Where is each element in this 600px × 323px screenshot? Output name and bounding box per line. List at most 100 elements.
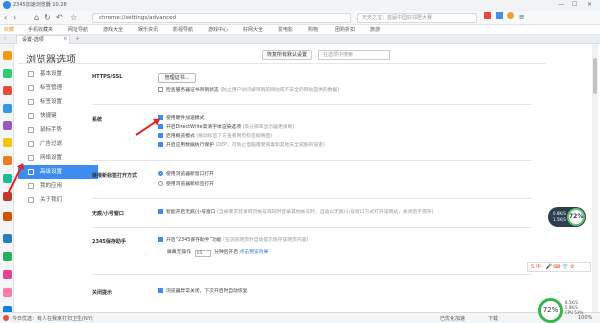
refresh-icon[interactable]: ↻ xyxy=(44,13,51,22)
search-input[interactable]: 天天之宝：首届中国好邻居大赛 xyxy=(357,13,477,23)
mouse-icon xyxy=(28,127,34,133)
star-icon[interactable]: ☆ xyxy=(70,13,77,22)
app-icon[interactable] xyxy=(3,156,12,165)
settings-nav: 基本设置 标签管理 标签设置 快捷键 鼠标手势 广告过滤 网络设置 高级设置 我… xyxy=(18,67,98,207)
restore-on-crash-option[interactable]: 浏览器异常关闭，下次开启时自动恢复 xyxy=(158,288,248,295)
bookmark-item[interactable]: 游戏大全 xyxy=(103,26,123,33)
bookmark-item[interactable]: 旅游 xyxy=(370,26,380,33)
address-bar[interactable]: chrome://settings/advanced xyxy=(92,13,351,23)
extension-icon[interactable] xyxy=(484,12,491,19)
apps-icon xyxy=(28,183,34,189)
close-button[interactable]: ✕ xyxy=(587,1,592,8)
checkbox[interactable] xyxy=(158,87,163,92)
app-icon[interactable] xyxy=(3,86,12,95)
section-divider xyxy=(92,160,532,161)
tab-settings[interactable]: 设置-选项 xyxy=(16,35,70,44)
section-label-system: 系统 xyxy=(92,117,103,123)
status-news[interactable]: 今日优选：有人在我家打扫卫生(NY) xyxy=(12,315,93,322)
radio-selected[interactable] xyxy=(158,171,163,176)
bookmark-item[interactable]: 购物 xyxy=(308,26,318,33)
nav-item-about[interactable]: 关于我们 xyxy=(18,193,98,207)
minimize-button[interactable]: — xyxy=(558,1,564,8)
checkbox-checked[interactable] xyxy=(158,142,163,147)
bookmark-item[interactable]: 团购折扣 xyxy=(335,26,355,33)
app-icon[interactable] xyxy=(3,121,12,130)
ime-toolbar[interactable]: S 中 · 🎤 ⌨ 👕 ⚙ xyxy=(527,262,591,272)
restore-defaults-button[interactable]: 恢复所有默认设置 xyxy=(262,50,312,60)
bookmark-item[interactable]: 影视导航 xyxy=(173,26,193,33)
nav-item-advanced[interactable]: 高级设置 xyxy=(18,165,98,179)
nav-item-tab-settings[interactable]: 标签设置 xyxy=(18,95,98,109)
grid-icon[interactable] xyxy=(495,12,503,19)
save-assistant-option[interactable]: 开启“2345保存助手”功能 (在浏览网页时自动提示保存该网页内容) xyxy=(158,237,308,244)
performance-gauge[interactable]: 72% xyxy=(538,298,563,323)
app-icon[interactable] xyxy=(3,104,12,113)
app-icon[interactable] xyxy=(3,212,12,221)
menu-icon[interactable]: ≡ xyxy=(519,13,525,21)
app-icon[interactable] xyxy=(3,288,12,297)
tab-list-icon[interactable]: ‹ xyxy=(4,36,6,42)
cert-revocation-option[interactable]: 检查服务器证书吊销状态 (防止用户访问被吊销的网站或不安全的网站提供的数据) xyxy=(158,87,339,94)
tab-label: 设置-选项 xyxy=(22,37,44,43)
speed-widget[interactable]: 0.8K/S 1.5K/S 72% xyxy=(548,207,586,227)
bookmark-item[interactable]: 收藏 xyxy=(4,26,14,33)
nav-item-basic[interactable]: 基本设置 xyxy=(18,67,98,81)
forward-icon[interactable]: › xyxy=(13,13,16,22)
checkbox-checked[interactable] xyxy=(158,288,163,293)
nav-item-my-apps[interactable]: 我的应用 xyxy=(18,179,98,193)
checkbox-checked[interactable] xyxy=(158,133,163,138)
bookmark-item[interactable]: 爱电影 xyxy=(278,26,293,33)
idle-minutes-input[interactable]: 15 xyxy=(194,250,211,257)
smart-incognito-option[interactable]: 智能开启无痕/小号窗口 (当被要求登录网页帐号或同时登录其他帐号时，自动以无痕/… xyxy=(158,209,434,216)
status-zoom[interactable]: 100% xyxy=(578,315,592,321)
checkbox-checked[interactable] xyxy=(158,124,163,129)
toolbar-icons[interactable]: ≡ xyxy=(484,12,525,21)
speed-percent: 72% xyxy=(567,208,585,226)
preview-link[interactable]: 点击预览效果 xyxy=(240,250,269,255)
tab-close-icon[interactable]: × xyxy=(63,36,68,42)
overview-mode-option[interactable]: 启用概览模式 (拖动标签下方查看网页标签缩略图) xyxy=(158,133,272,140)
bookmark-item[interactable]: 手机收藏夹 xyxy=(28,26,53,33)
home-icon[interactable]: ⌂ xyxy=(34,13,39,22)
user-icon[interactable] xyxy=(507,12,515,19)
nav-item-shortcuts[interactable]: 快捷键 xyxy=(18,109,98,123)
nav-item-network[interactable]: 网络设置 xyxy=(18,151,98,165)
bookmark-item[interactable]: 网址导航 xyxy=(68,26,88,33)
app-icon[interactable] xyxy=(3,69,12,78)
hardware-accel-option[interactable]: 使用硬件加速模式 xyxy=(158,115,204,122)
open-new-window-option[interactable]: 使用浏览器新窗口打开 xyxy=(158,171,214,178)
app-icon[interactable] xyxy=(3,138,12,147)
bookmark-item[interactable]: 娱乐资讯 xyxy=(138,26,158,33)
new-tab-icon[interactable]: + xyxy=(75,36,80,42)
app-icon[interactable] xyxy=(3,270,12,279)
undo-icon[interactable]: ↶ xyxy=(56,13,63,22)
section-divider xyxy=(92,274,532,275)
app-icon[interactable] xyxy=(3,51,12,60)
checkbox-checked[interactable] xyxy=(158,237,163,242)
nav-item-gestures[interactable]: 鼠标手势 xyxy=(18,123,98,137)
nav-item-tab-manage[interactable]: 标签管理 xyxy=(18,81,98,95)
info-icon xyxy=(28,197,34,203)
app-icon[interactable] xyxy=(3,252,12,261)
keyboard-icon xyxy=(28,113,34,119)
nav-item-adblock[interactable]: 广告过滤 xyxy=(18,137,98,151)
manage-certificates-button[interactable]: 管理证书... xyxy=(158,73,196,83)
radio[interactable] xyxy=(158,181,163,186)
dep-option[interactable]: 开启应用数据执行保护 (DEP，可防止电脑遭受病毒和其他安全威胁的侵害) xyxy=(158,142,325,149)
app-icon[interactable] xyxy=(3,174,12,183)
status-optimized[interactable]: 已优化加速 xyxy=(440,315,465,322)
open-new-tab-option[interactable]: 使用浏览器新标签打开 xyxy=(158,181,214,188)
checkbox-checked[interactable] xyxy=(158,209,163,214)
back-icon[interactable]: ‹ xyxy=(4,13,7,22)
tab-bar: ‹ 设置-选项 × + xyxy=(0,35,600,44)
status-download[interactable]: 下载 xyxy=(488,315,498,322)
maximize-button[interactable]: ☐ xyxy=(572,1,577,8)
bookmark-item[interactable]: 好网大全 xyxy=(243,26,263,33)
app-icon[interactable] xyxy=(3,234,12,243)
speed-down: 1.5K/S xyxy=(553,217,566,222)
settings-search-input[interactable]: 在选项中搜索 xyxy=(318,50,390,60)
scrollbar-thumb[interactable] xyxy=(593,58,597,94)
directwrite-option[interactable]: 开启DirectWrite高清字体渲染选项 (高分辨率显示器更清晰) xyxy=(158,124,294,131)
section-divider xyxy=(92,104,532,105)
bookmark-item[interactable]: 游戏中心 xyxy=(208,26,228,33)
